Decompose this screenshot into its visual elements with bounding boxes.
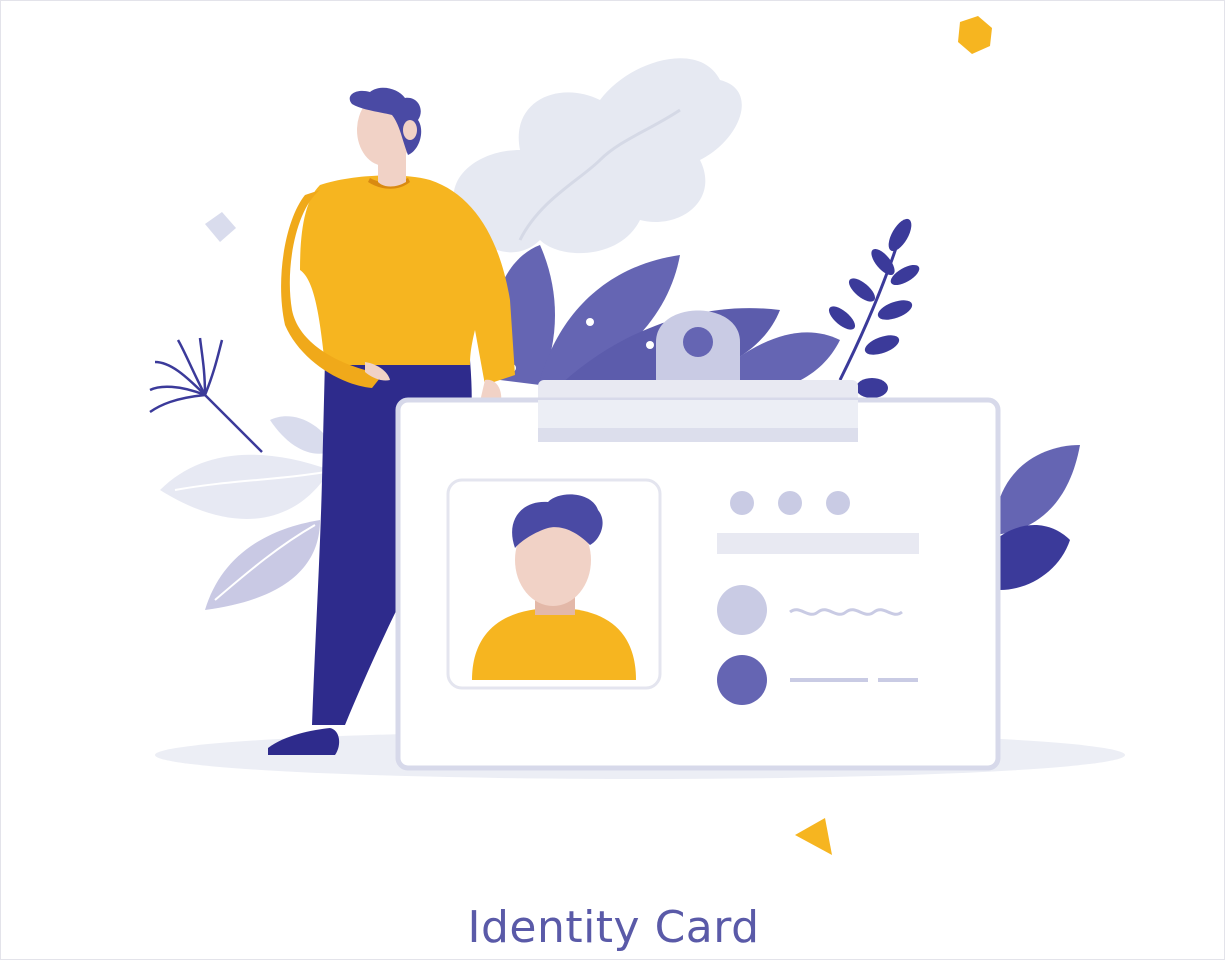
leaf-left-1 bbox=[160, 454, 330, 519]
fern-icon bbox=[828, 218, 920, 398]
hexagon-icon bbox=[958, 16, 992, 54]
info-line-2 bbox=[878, 678, 918, 682]
info-icon-2 bbox=[717, 655, 767, 705]
person-shoe bbox=[268, 728, 340, 755]
info-dot-2 bbox=[778, 491, 802, 515]
identity-card-illustration bbox=[149, 16, 1125, 855]
cloud-shape bbox=[453, 58, 742, 254]
info-dot-3 bbox=[826, 491, 850, 515]
triangle-icon bbox=[795, 818, 832, 855]
diamond-icon bbox=[205, 212, 236, 242]
info-dot-1 bbox=[730, 491, 754, 515]
leaf-right-2 bbox=[995, 525, 1070, 590]
info-bar bbox=[717, 533, 919, 554]
info-line-1 bbox=[790, 678, 868, 682]
caption-title: Identity Card bbox=[467, 902, 760, 953]
dandelion-icon bbox=[149, 337, 263, 453]
info-icon-1 bbox=[717, 585, 767, 635]
leaf-right-1 bbox=[995, 445, 1080, 535]
card-clip-hole bbox=[683, 327, 713, 357]
